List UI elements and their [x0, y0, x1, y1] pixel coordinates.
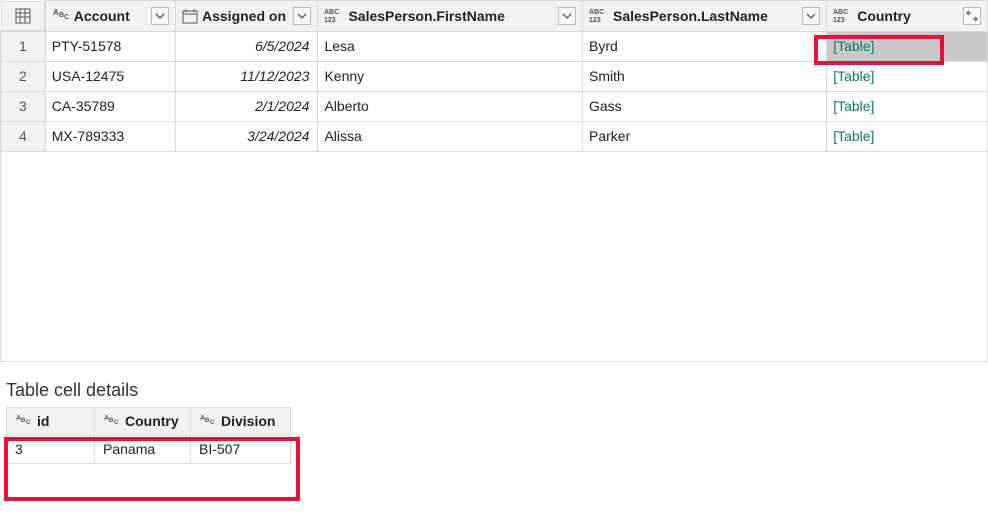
expand-column-button[interactable] [963, 7, 981, 25]
table-row[interactable]: 4 MX-789333 3/24/2024 Alissa Parker [Tab… [1, 121, 988, 151]
cell-country[interactable]: [Table] [827, 91, 988, 121]
cell-firstname[interactable]: Alissa [318, 121, 583, 151]
cell-country[interactable]: [Table] [827, 31, 988, 61]
type-any-icon: ABC123 [589, 7, 609, 25]
details-table[interactable]: ABC id ABC Country ABC Division 3 Panama [6, 407, 291, 464]
svg-text:ABC: ABC [324, 9, 339, 16]
cell-lastname[interactable]: Smith [583, 61, 827, 91]
type-text-icon: ABC [52, 7, 70, 25]
chevron-down-icon [562, 11, 572, 21]
col-label: Assigned on [202, 8, 289, 24]
table-row[interactable]: 3 CA-35789 2/1/2024 Alberto Gass [Table] [1, 91, 988, 121]
col-label: Country [125, 413, 179, 429]
chevron-down-icon [806, 11, 816, 21]
svg-text:123: 123 [833, 17, 845, 24]
details-col-country[interactable]: ABC Country [95, 407, 191, 435]
table-icon [15, 8, 31, 24]
filter-dropdown-button[interactable] [293, 7, 311, 25]
cell-country[interactable]: [Table] [827, 121, 988, 151]
cell-assigned[interactable]: 6/5/2024 [176, 31, 318, 61]
type-text-icon: ABC [199, 413, 217, 429]
col-header-account[interactable]: ABC Account [45, 1, 175, 32]
cell-assigned[interactable]: 2/1/2024 [176, 91, 318, 121]
col-header-firstname[interactable]: ABC123 SalesPerson.FirstName [318, 1, 583, 32]
type-any-icon: ABC123 [833, 7, 853, 25]
row-index[interactable]: 3 [1, 91, 46, 121]
type-text-icon: ABC [103, 413, 121, 429]
col-label: Division [221, 413, 275, 429]
empty-grid-area [0, 152, 988, 362]
details-cell-country[interactable]: Panama [95, 435, 191, 463]
main-data-table[interactable]: ABC Account Assigned on ABC123 SalesPers… [0, 0, 988, 152]
col-header-country[interactable]: ABC123 Country [827, 1, 988, 32]
cell-firstname[interactable]: Lesa [318, 31, 583, 61]
svg-text:123: 123 [589, 17, 601, 24]
table-link[interactable]: [Table] [833, 128, 874, 144]
details-title: Table cell details [0, 362, 988, 407]
type-any-icon: ABC123 [324, 7, 344, 25]
cell-firstname[interactable]: Kenny [318, 61, 583, 91]
svg-text:ABC: ABC [833, 9, 848, 16]
cell-lastname[interactable]: Gass [583, 91, 827, 121]
chevron-down-icon [155, 11, 165, 21]
svg-text:C: C [114, 420, 119, 426]
svg-text:ABC: ABC [589, 9, 604, 16]
cell-country[interactable]: [Table] [827, 61, 988, 91]
cell-lastname[interactable]: Byrd [583, 31, 827, 61]
filter-dropdown-button[interactable] [802, 7, 820, 25]
svg-text:123: 123 [324, 17, 336, 24]
row-index[interactable]: 1 [1, 31, 46, 61]
col-label: SalesPerson.FirstName [348, 8, 554, 24]
expand-icon [966, 10, 978, 22]
details-cell-division[interactable]: BI-507 [191, 435, 291, 463]
cell-account[interactable]: MX-789333 [45, 121, 175, 151]
row-index[interactable]: 2 [1, 61, 46, 91]
cell-account[interactable]: PTY-51578 [45, 31, 175, 61]
col-label: Country [857, 8, 959, 24]
chevron-down-icon [297, 11, 307, 21]
details-col-division[interactable]: ABC Division [191, 407, 291, 435]
row-index[interactable]: 4 [1, 121, 46, 151]
col-label: SalesPerson.LastName [613, 8, 798, 24]
details-row[interactable]: 3 Panama BI-507 [7, 435, 291, 463]
col-label: id [37, 413, 49, 429]
cell-account[interactable]: CA-35789 [45, 91, 175, 121]
col-header-lastname[interactable]: ABC123 SalesPerson.LastName [583, 1, 827, 32]
table-row[interactable]: 2 USA-12475 11/12/2023 Kenny Smith [Tabl… [1, 61, 988, 91]
cell-firstname[interactable]: Alberto [318, 91, 583, 121]
row-index-header[interactable] [1, 1, 45, 31]
col-header-assigned[interactable]: Assigned on [176, 1, 318, 32]
type-date-icon [182, 8, 198, 24]
details-col-id[interactable]: ABC id [7, 407, 95, 435]
table-row[interactable]: 1 PTY-51578 6/5/2024 Lesa Byrd [Table] [1, 31, 988, 61]
table-link[interactable]: [Table] [833, 38, 874, 54]
cell-assigned[interactable]: 11/12/2023 [176, 61, 318, 91]
details-cell-id[interactable]: 3 [7, 435, 95, 463]
svg-text:C: C [64, 14, 69, 21]
svg-text:C: C [26, 420, 31, 426]
filter-dropdown-button[interactable] [151, 7, 169, 25]
table-link[interactable]: [Table] [833, 68, 874, 84]
svg-text:C: C [210, 420, 215, 426]
type-text-icon: ABC [15, 413, 33, 429]
filter-dropdown-button[interactable] [558, 7, 576, 25]
cell-account[interactable]: USA-12475 [45, 61, 175, 91]
cell-lastname[interactable]: Parker [583, 121, 827, 151]
table-link[interactable]: [Table] [833, 98, 874, 114]
col-label: Account [74, 8, 147, 24]
cell-assigned[interactable]: 3/24/2024 [176, 121, 318, 151]
